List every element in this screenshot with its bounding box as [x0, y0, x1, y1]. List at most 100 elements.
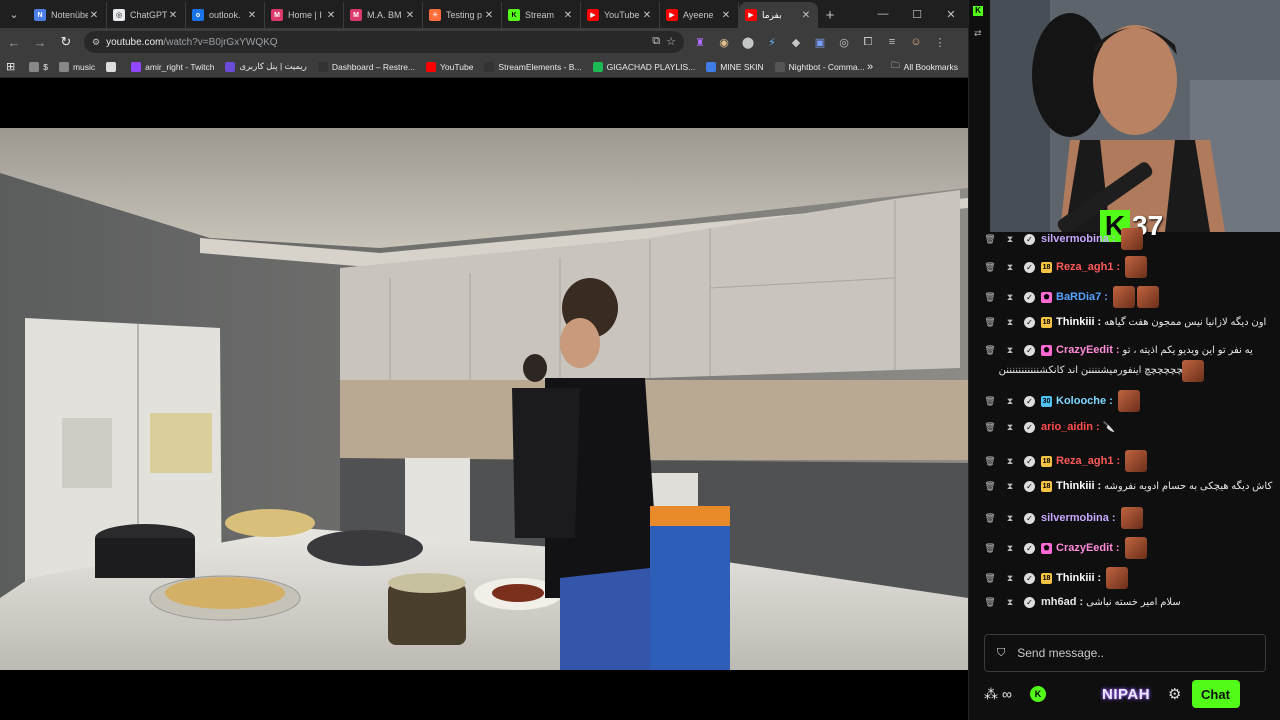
timeout-icon[interactable]: ⧗ — [1004, 395, 1016, 407]
chat-input[interactable]: ⛉ Send message.. — [984, 634, 1266, 672]
timeout-icon[interactable]: ⧗ — [1004, 480, 1016, 492]
maximize-icon[interactable]: ☐ — [900, 0, 934, 28]
chat-username[interactable]: silvermobina — [1041, 512, 1109, 524]
timeout-icon[interactable]: ⧗ — [1004, 291, 1016, 303]
chat-username[interactable]: Thinkiii — [1056, 572, 1095, 584]
chat-username[interactable]: Kolooche — [1056, 395, 1106, 407]
bookmark-item[interactable]: Nightbot - Comma... — [774, 61, 865, 72]
chat-username[interactable]: Reza_agh1 — [1056, 455, 1113, 467]
bookmark-item[interactable]: ریمیت | پنل کاربری — [225, 61, 307, 72]
browser-tab[interactable]: ▶ Ayeene ✕ — [660, 2, 739, 28]
extension-icon[interactable]: ⬤ — [738, 31, 758, 53]
delete-message-icon[interactable]: 🗑 — [984, 455, 996, 467]
all-bookmarks-link[interactable]: All Bookmarks — [904, 62, 958, 72]
reading-list-icon[interactable]: ≡ — [882, 31, 902, 53]
bookmark-item[interactable]: StreamElements - B... — [484, 61, 582, 72]
browser-tab[interactable]: M M.A. BM ✕ — [344, 2, 423, 28]
gear-icon[interactable]: ⚙ — [1168, 685, 1181, 703]
bookmark-item[interactable]: Dashboard – Restre... — [317, 61, 415, 72]
browser-tab[interactable]: ▶ بفرما ✕ — [739, 2, 818, 28]
extension-icon[interactable]: ◎ — [834, 31, 854, 53]
timeout-icon[interactable]: ⧗ — [1004, 233, 1016, 245]
more-bookmarks-button[interactable]: » — [867, 61, 873, 73]
tab-close-icon[interactable]: ✕ — [720, 10, 732, 21]
extensions-puzzle-icon[interactable]: ⧠ — [858, 31, 878, 53]
delete-message-icon[interactable]: 🗑 — [984, 480, 996, 492]
timeout-icon[interactable]: ⧗ — [1004, 344, 1016, 356]
timeout-icon[interactable]: ⧗ — [1004, 596, 1016, 608]
browser-tab[interactable]: ◎ ChatGPT ✕ — [107, 2, 186, 28]
tab-close-icon[interactable]: ✕ — [246, 10, 258, 21]
close-window-icon[interactable]: ✕ — [934, 0, 968, 28]
chat-username[interactable]: Reza_agh1 — [1056, 261, 1113, 273]
new-tab-button[interactable]: + — [818, 2, 842, 28]
timeout-icon[interactable]: ⧗ — [1004, 455, 1016, 467]
chat-username[interactable]: CrazyEedit — [1056, 344, 1113, 356]
browser-tab[interactable]: N Notenübe ✕ — [28, 2, 107, 28]
tab-close-icon[interactable]: ✕ — [800, 10, 812, 21]
extension-icon[interactable]: ⚡ — [762, 31, 782, 53]
timeout-icon[interactable]: ⧗ — [1004, 261, 1016, 273]
timeout-icon[interactable]: ⧗ — [1004, 316, 1016, 328]
timeout-icon[interactable]: ⧗ — [1004, 542, 1016, 554]
delete-message-icon[interactable]: 🗑 — [984, 233, 996, 245]
reload-icon[interactable]: ↻ — [54, 30, 78, 54]
timeout-icon[interactable]: ⧗ — [1004, 572, 1016, 584]
delete-message-icon[interactable]: 🗑 — [984, 395, 996, 407]
bookmark-item[interactable]: GIGACHAD PLAYLIS... — [592, 61, 695, 72]
delete-message-icon[interactable]: 🗑 — [984, 421, 996, 433]
browser-tab[interactable]: M Home | I ✕ — [265, 2, 344, 28]
menu-kebab-icon[interactable]: ⋮ — [930, 31, 950, 53]
apps-grid-icon[interactable]: ⊞ — [6, 60, 15, 73]
extension-icon[interactable]: ◉ — [714, 31, 734, 53]
nipah-logo[interactable]: NIPAH — [1102, 686, 1150, 703]
infinity-icon[interactable]: ∞ — [1002, 686, 1012, 702]
back-icon[interactable]: ← — [2, 30, 26, 54]
timeout-icon[interactable]: ⧗ — [1004, 421, 1016, 433]
chat-username[interactable]: Thinkiii — [1056, 316, 1095, 328]
delete-message-icon[interactable]: 🗑 — [984, 316, 996, 328]
bookmark-item[interactable]: MINE SKIN — [706, 61, 764, 72]
tab-close-icon[interactable]: ✕ — [641, 10, 653, 21]
delete-message-icon[interactable]: 🗑 — [984, 542, 996, 554]
minimize-icon[interactable]: — — [866, 0, 900, 28]
browser-tab[interactable]: K Stream ✕ — [502, 2, 581, 28]
shield-icon[interactable]: ⛉ — [997, 647, 1005, 660]
delete-message-icon[interactable]: 🗑 — [984, 344, 996, 356]
bookmark-item[interactable] — [106, 61, 120, 72]
chat-username[interactable]: mh6ad — [1041, 596, 1076, 608]
tab-close-icon[interactable]: ✕ — [88, 10, 100, 21]
address-bar[interactable]: ⚙ youtube.com/watch?v=B0jrGxYWQKQ ⧉ ☆ — [84, 31, 684, 53]
bookmark-item[interactable]: $ — [29, 61, 48, 72]
tab-search-icon[interactable]: ⌄ — [0, 0, 28, 28]
chat-username[interactable]: ario_aidin — [1041, 421, 1093, 433]
extension-icon[interactable]: ▣ — [810, 31, 830, 53]
chat-sidebar-icon[interactable]: ⇄ — [974, 28, 982, 39]
chat-send-button[interactable]: Chat — [1191, 680, 1240, 708]
browser-tab[interactable]: ✳ Testing p ✕ — [423, 2, 502, 28]
delete-message-icon[interactable]: 🗑 — [984, 596, 996, 608]
bookmark-item[interactable]: music — [58, 61, 95, 72]
tab-close-icon[interactable]: ✕ — [404, 10, 416, 21]
delete-message-icon[interactable]: 🗑 — [984, 261, 996, 273]
bookmark-item[interactable]: YouTube — [426, 61, 473, 72]
delete-message-icon[interactable]: 🗑 — [984, 512, 996, 524]
users-icon[interactable]: ⁂ — [984, 686, 998, 703]
delete-message-icon[interactable]: 🗑 — [984, 291, 996, 303]
browser-tab[interactable]: ▶ YouTube ✕ — [581, 2, 660, 28]
delete-message-icon[interactable]: 🗑 — [984, 572, 996, 584]
tab-close-icon[interactable]: ✕ — [483, 10, 495, 21]
forward-icon[interactable]: → — [28, 30, 52, 54]
chat-username[interactable]: CrazyEedit — [1056, 542, 1113, 554]
chat-username[interactable]: BaRDia7 — [1056, 291, 1101, 303]
profile-avatar[interactable]: ☺ — [906, 31, 926, 53]
browser-tab[interactable]: o outlook. ✕ — [186, 2, 265, 28]
bookmark-star-icon[interactable]: ☆ — [666, 35, 676, 48]
tab-close-icon[interactable]: ✕ — [325, 10, 337, 21]
site-info-icon[interactable]: ⚙ — [92, 37, 100, 48]
tab-close-icon[interactable]: ✕ — [562, 10, 574, 21]
timeout-icon[interactable]: ⧗ — [1004, 512, 1016, 524]
kick-points-icon[interactable]: K — [1029, 686, 1046, 702]
video-player[interactable] — [0, 78, 968, 720]
chat-username[interactable]: Thinkiii — [1056, 480, 1095, 492]
